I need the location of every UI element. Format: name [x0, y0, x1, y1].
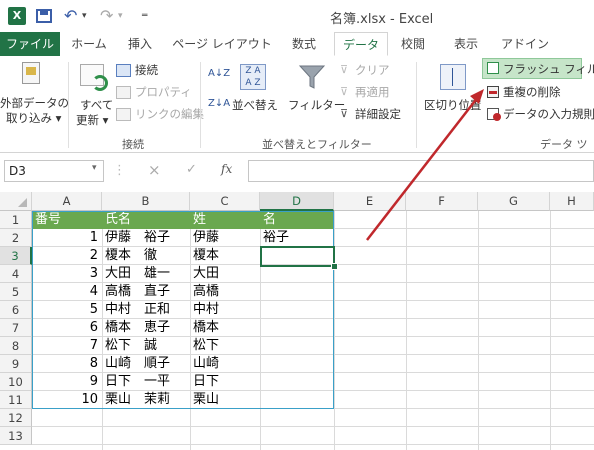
annotation-arrow	[366, 89, 484, 241]
